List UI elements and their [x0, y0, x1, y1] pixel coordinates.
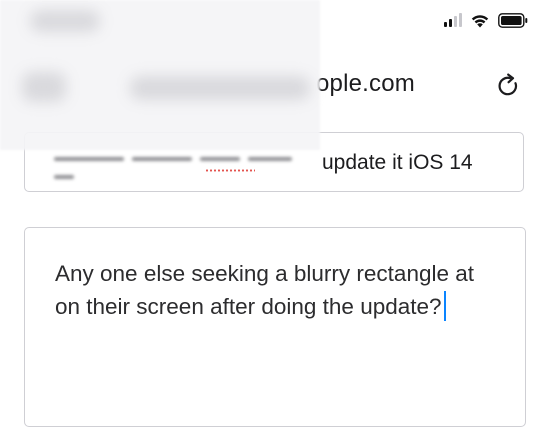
status-icons	[444, 12, 528, 28]
battery-icon	[498, 12, 528, 28]
cellular-signal-icon	[444, 13, 462, 27]
wifi-icon	[470, 12, 490, 28]
reload-button[interactable]	[494, 71, 524, 101]
url-text[interactable]: ople.com	[316, 70, 415, 98]
blurred-region	[0, 0, 320, 150]
title-input-text: update it iOS 14	[322, 151, 473, 174]
message-body-text: Any one else seeking a blurry rectangle …	[55, 257, 505, 323]
spellcheck-underline	[205, 169, 255, 172]
text-caret	[443, 291, 447, 321]
message-body-content: Any one else seeking a blurry rectangle …	[55, 261, 474, 319]
reload-icon	[498, 73, 518, 96]
blurred-text	[54, 150, 316, 179]
